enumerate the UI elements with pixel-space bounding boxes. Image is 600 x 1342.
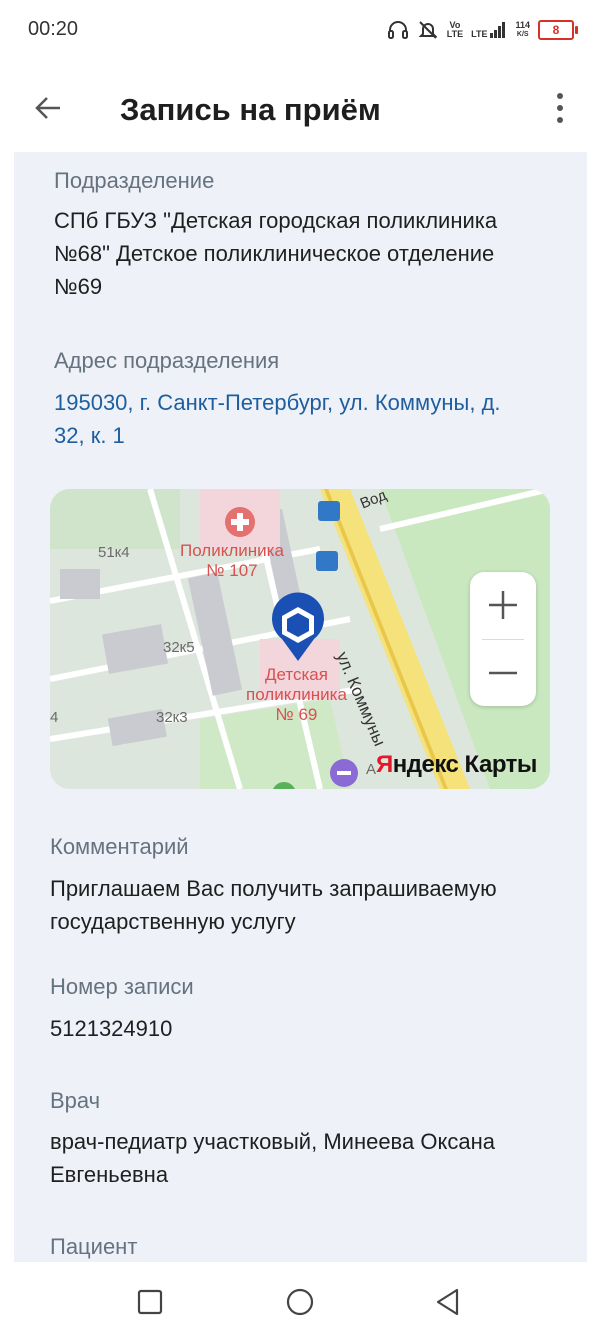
map-view[interactable]: 51к4 Поликлиника № 107 32к5 32к3 Детская…	[50, 489, 550, 789]
division-value: СПб ГБУЗ "Детская городская поликлиника …	[54, 208, 498, 299]
map-label-house-32k3: 32к3	[156, 709, 188, 726]
record-number-label: Номер записи	[50, 974, 194, 999]
home-button[interactable]	[276, 1278, 324, 1326]
map-label-house-51k4: 51к4	[98, 544, 130, 561]
map-label-poly107: Поликлиника № 107	[180, 541, 284, 580]
network-speed: 114 K/S	[515, 20, 530, 39]
plus-icon	[489, 591, 517, 619]
status-icons: Vo LTE LTE 114 K/S 8	[387, 16, 578, 44]
more-options-button[interactable]	[540, 86, 580, 130]
headphones-icon	[387, 19, 409, 41]
map-label-edge-4: 4	[50, 709, 59, 726]
division-label: Подразделение	[54, 168, 215, 193]
map-label-edge-a: А	[366, 761, 377, 778]
triangle-back-icon	[436, 1288, 459, 1316]
address-label: Адрес подразделения	[54, 348, 280, 373]
app-bar: Запись на приём	[0, 60, 600, 152]
comment-value: Приглашаем Вас получить запрашиваемую го…	[50, 876, 497, 934]
page-title: Запись на приём	[120, 92, 381, 127]
comment-label: Комментарий	[50, 834, 189, 859]
doctor-value: врач-педиатр участковый, Минеева Оксана …	[50, 1129, 495, 1187]
map-label-kids-clinic: Детская поликлиника № 69	[246, 665, 347, 724]
map-label-house-32k5: 32к5	[163, 639, 195, 656]
zoom-out-button[interactable]	[470, 640, 536, 706]
back-nav-button[interactable]	[424, 1278, 472, 1326]
square-icon	[137, 1289, 163, 1315]
circle-icon	[286, 1288, 314, 1316]
more-vert-icon	[557, 93, 563, 123]
bell-off-icon	[417, 19, 439, 41]
patient-label: Пациент	[50, 1234, 138, 1259]
back-button[interactable]	[28, 88, 68, 128]
zoom-in-button[interactable]	[470, 572, 536, 638]
battery-icon: 8	[538, 20, 578, 40]
yandex-maps-logo[interactable]: Яндекс Карты	[376, 751, 537, 779]
address-link[interactable]: 195030, г. Санкт-Петербург, ул. Коммуны,…	[54, 386, 501, 452]
recent-apps-button[interactable]	[126, 1278, 174, 1326]
status-time: 00:20	[28, 18, 79, 40]
doctor-label: Врач	[50, 1088, 101, 1113]
minus-icon	[489, 671, 517, 675]
signal-icon: LTE	[471, 21, 507, 39]
record-number-value: 5121324910	[50, 1016, 173, 1041]
status-bar: 00:20 Vo LTE LTE 114 K/S 8	[0, 0, 600, 60]
system-nav-bar	[0, 1262, 600, 1342]
volte-indicator: Vo LTE	[446, 20, 464, 39]
arrow-left-icon	[35, 97, 60, 119]
appointment-details-card: Подразделение СПб ГБУЗ "Детская городска…	[14, 152, 587, 1262]
zoom-controls	[470, 572, 536, 706]
